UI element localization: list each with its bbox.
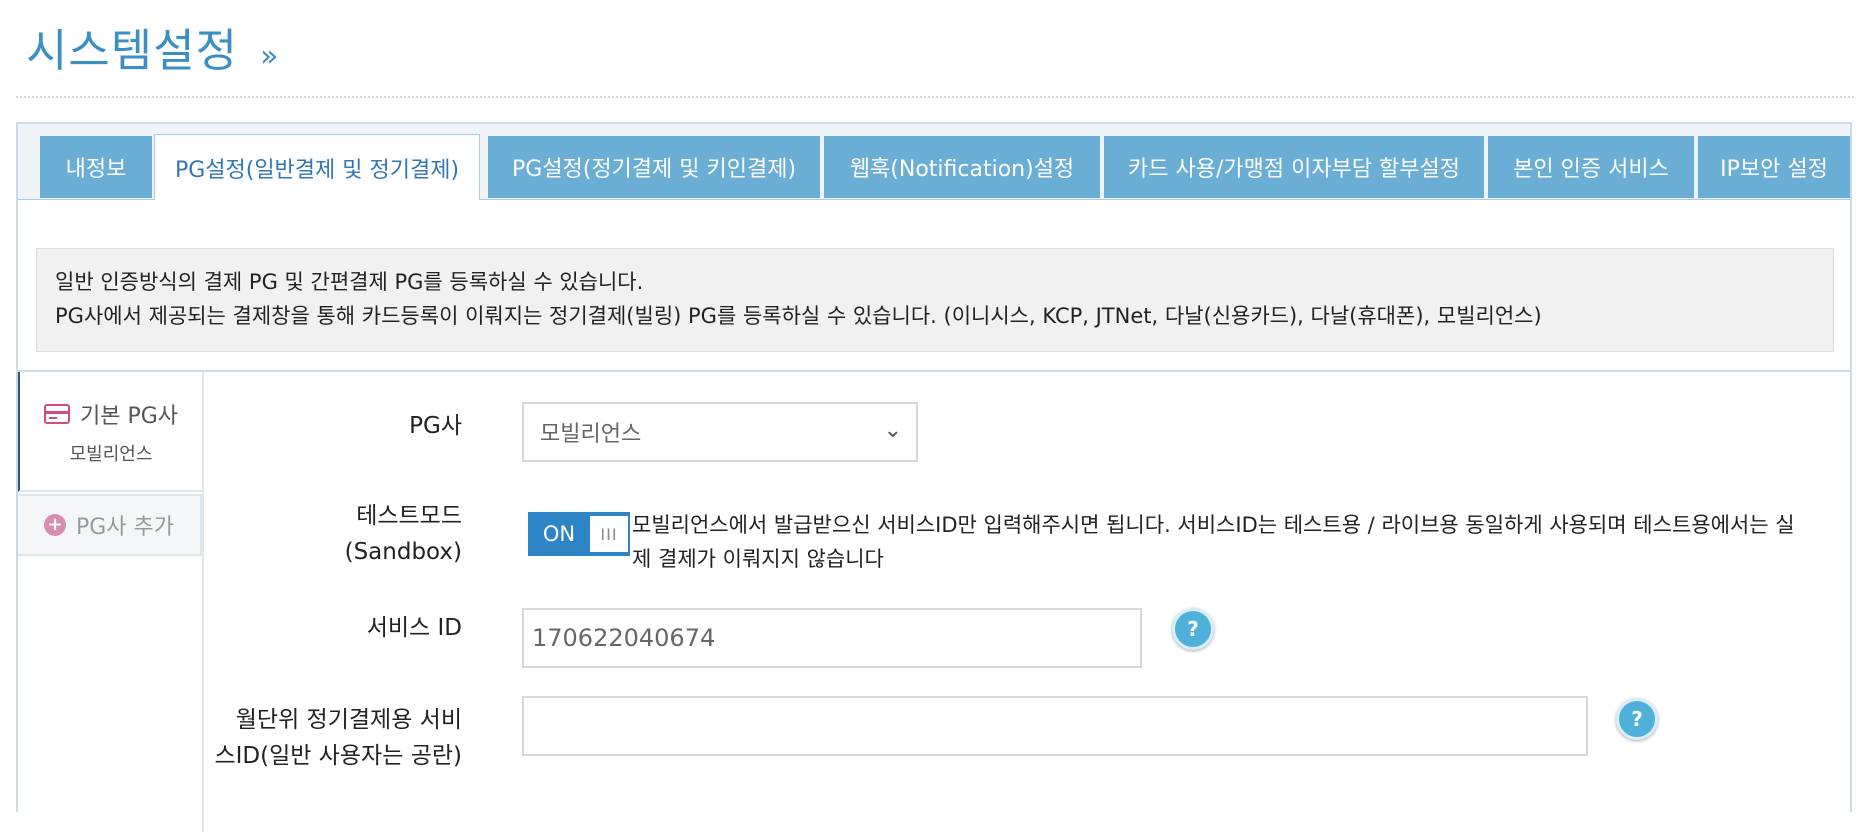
monthly-service-id-input[interactable]	[522, 696, 1588, 756]
tab-bar: 내정보 PG설정(일반결제 및 정기결제) PG설정(정기결제 및 키인결제) …	[18, 124, 1850, 200]
monthly-service-id-label: 월단위 정기결제용 서비 스ID(일반 사용자는 공란)	[214, 707, 462, 769]
header-divider	[16, 96, 1854, 98]
default-pg-name: 모빌리언스	[69, 444, 153, 465]
pg-side-nav: 기본 PG사 모빌리언스 + PG사 추가	[18, 372, 204, 832]
test-mode-label: 테스트모드 (Sandbox)	[344, 503, 462, 565]
breadcrumb-chevron-icon: »	[260, 39, 279, 74]
tab-card-installment[interactable]: 카드 사용/가맹점 이자부담 할부설정	[1104, 136, 1484, 198]
chevron-down-icon: ⌄	[883, 418, 902, 443]
default-pg-label: 기본 PG사	[79, 404, 179, 429]
plus-circle-icon: +	[43, 514, 66, 536]
add-pg-button[interactable]: + PG사 추가	[18, 494, 202, 556]
toggle-on-label: ON	[542, 522, 576, 546]
service-id-help-icon[interactable]: ?	[1172, 608, 1214, 650]
monthly-service-id-help-icon[interactable]: ?	[1616, 698, 1658, 740]
tab-my-info[interactable]: 내정보	[40, 136, 152, 198]
page-header: 시스템설정 »	[26, 14, 279, 77]
pg-select-value: 모빌리언스	[540, 422, 642, 447]
toggle-grip-icon: III	[590, 516, 628, 552]
page-title: 시스템설정	[26, 24, 239, 77]
tab-pg-recurring[interactable]: PG설정(정기결제 및 키인결제)	[488, 136, 820, 198]
tab-webhook[interactable]: 웹훅(Notification)설정	[824, 136, 1100, 198]
info-box: 일반 인증방식의 결제 PG 및 간편결제 PG를 등록하실 수 있습니다. P…	[36, 248, 1834, 352]
pg-label: PG사	[409, 413, 462, 439]
test-mode-description: 모빌리언스에서 발급받으신 서비스ID만 입력해주시면 됩니다. 서비스ID는 …	[632, 513, 1795, 571]
add-pg-label: PG사 추가	[75, 515, 175, 540]
info-line-2: PG사에서 제공되는 결제창을 통해 카드등록이 이뤄지는 정기결제(빌링) P…	[55, 304, 1542, 328]
tab-ip-security[interactable]: IP보안 설정	[1698, 136, 1850, 198]
settings-panel: 내정보 PG설정(일반결제 및 정기결제) PG설정(정기결제 및 키인결제) …	[16, 122, 1852, 832]
side-item-default-pg[interactable]: 기본 PG사 모빌리언스	[18, 372, 202, 492]
credit-card-icon	[43, 404, 70, 424]
pg-settings-area: 기본 PG사 모빌리언스 + PG사 추가 PG사 모빌리언스 ⌄ 테스트모드 …	[18, 370, 1850, 832]
service-id-input[interactable]: 170622040674	[522, 608, 1142, 668]
info-line-1: 일반 인증방식의 결제 PG 및 간편결제 PG를 등록하실 수 있습니다.	[55, 270, 644, 294]
service-id-label: 서비스 ID	[366, 615, 462, 641]
tab-pg-general[interactable]: PG설정(일반결제 및 정기결제)	[154, 134, 480, 200]
pg-select[interactable]: 모빌리언스 ⌄	[522, 402, 918, 462]
tab-identity-verification[interactable]: 본인 인증 서비스	[1488, 136, 1694, 198]
test-mode-toggle[interactable]: ON III	[528, 512, 630, 556]
